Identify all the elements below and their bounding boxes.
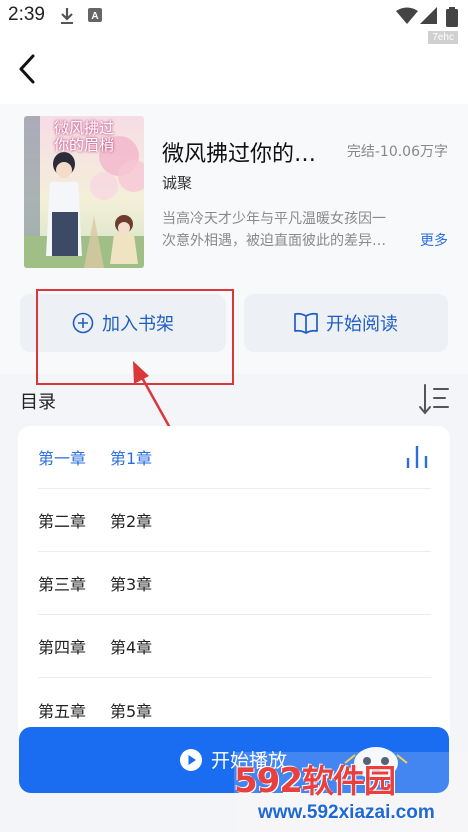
corner-watermark: 7ehc: [428, 31, 458, 44]
chapter-name: 第2章: [110, 512, 153, 531]
book-cover[interactable]: 微风拂过 你的眉梢: [24, 116, 144, 268]
toc-title: 目录: [20, 392, 56, 413]
chapter-row[interactable]: 第四章 第4章: [38, 615, 431, 678]
chapter-row[interactable]: 第二章 第2章: [38, 489, 431, 552]
book-author[interactable]: 诚聚: [162, 172, 192, 193]
chapter-row[interactable]: 第三章 第3章: [38, 552, 431, 615]
watermark-number: 592: [234, 761, 303, 801]
site-watermark: 592软件园 www.592xiazai.com: [234, 752, 468, 832]
status-time: 2:39: [8, 4, 45, 25]
description-line: 当高冷天才少年与平凡温暖女孩因一: [162, 211, 386, 227]
book-title: 微风拂过你的…: [162, 142, 317, 167]
book-open-icon: [294, 312, 318, 334]
sort-button[interactable]: [418, 382, 450, 416]
watermark-url: www.592xiazai.com: [258, 802, 435, 823]
book-status: 完结-10.06万字: [346, 144, 448, 160]
svg-text:A: A: [91, 11, 98, 22]
keyboard-a-icon: A: [88, 7, 102, 27]
wifi-icon: [396, 7, 418, 29]
signal-icon: [420, 7, 438, 29]
chapter-list: 第一章 第1章 第二章 第2章 第三章 第3章 第四章 第4章 第五章 第5章: [18, 426, 450, 746]
chapter-number: 第五章: [38, 701, 87, 721]
annotation-highlight-box: [36, 289, 234, 385]
chapter-name: 第4章: [110, 638, 153, 657]
chapter-number: 第四章: [38, 638, 87, 657]
chapter-number: 第二章: [38, 512, 87, 531]
back-button[interactable]: [14, 52, 44, 86]
watermark-text: 软件园: [301, 762, 396, 800]
more-link[interactable]: 更多: [420, 230, 448, 250]
book-description: 当高冷天才少年与平凡温暖女孩因一 次意外相遇，被迫直面彼此的差异…: [162, 208, 410, 252]
chapter-name: 第3章: [110, 575, 153, 594]
description-line: 次意外相遇，被迫直面彼此的差异…: [162, 233, 386, 249]
playing-bars-icon: [405, 444, 431, 474]
start-reading-label: 开始阅读: [326, 314, 398, 335]
chapter-name: 第1章: [110, 449, 153, 468]
cover-title: 微风拂过 你的眉梢: [53, 119, 114, 154]
chapter-name: 第5章: [110, 701, 153, 721]
chapter-number: 第一章: [38, 449, 87, 468]
status-bar: 2:39 A: [0, 0, 468, 32]
play-circle-icon: [179, 748, 203, 772]
sort-icon: [419, 384, 449, 415]
battery-icon: [446, 7, 458, 31]
chevron-left-icon: [19, 54, 35, 84]
chapter-number: 第三章: [38, 575, 87, 594]
download-icon: [60, 7, 74, 29]
start-reading-button[interactable]: 开始阅读: [244, 294, 448, 352]
chapter-row[interactable]: 第一章 第1章: [38, 426, 431, 489]
